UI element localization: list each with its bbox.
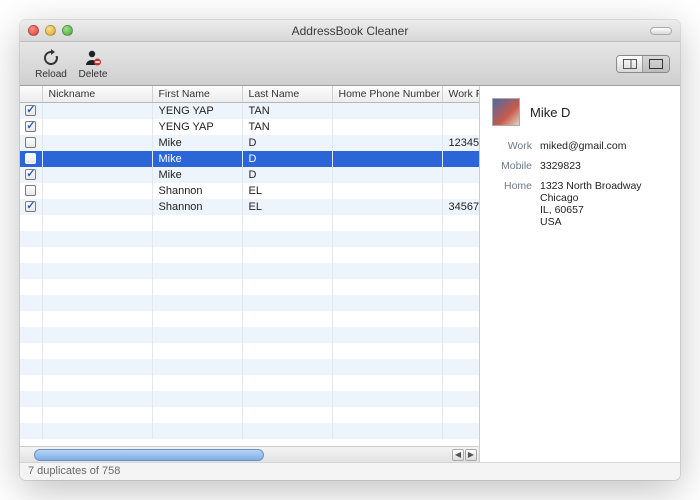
col-firstname[interactable]: First Name: [152, 86, 242, 103]
detail-field: Workmiked@gmail.com: [492, 140, 668, 152]
table-row[interactable]: [20, 279, 479, 295]
zoom-icon[interactable]: [62, 25, 73, 36]
table-pane: Nickname First Name Last Name Home Phone…: [20, 86, 480, 462]
detail-header: Mike D: [492, 98, 668, 126]
row-checkbox[interactable]: [25, 121, 36, 132]
toolbar: Reload Delete: [20, 42, 680, 86]
table-row[interactable]: [20, 263, 479, 279]
toolbar-pill-icon[interactable]: [650, 27, 672, 35]
detail-field-value: miked@gmail.com: [540, 140, 668, 152]
detail-field: Home1323 North Broadway Chicago IL, 6065…: [492, 180, 668, 228]
app-window: AddressBook Cleaner Reload Delete: [20, 20, 680, 480]
table-row[interactable]: [20, 327, 479, 343]
col-workphone[interactable]: Work Ph: [442, 86, 479, 103]
table-row[interactable]: [20, 311, 479, 327]
table-row[interactable]: [20, 359, 479, 375]
detail-pane: Mike D Workmiked@gmail.comMobile3329823H…: [480, 86, 680, 462]
table-row[interactable]: [20, 215, 479, 231]
window-title: AddressBook Cleaner: [20, 24, 680, 38]
table-row[interactable]: [20, 247, 479, 263]
row-checkbox[interactable]: [25, 201, 36, 212]
reload-icon: [40, 47, 62, 69]
table-row[interactable]: [20, 423, 479, 439]
row-checkbox[interactable]: [25, 105, 36, 116]
table-row[interactable]: [20, 375, 479, 391]
scrollbar-thumb[interactable]: [34, 449, 264, 461]
table-row[interactable]: [20, 343, 479, 359]
traffic-lights: [20, 25, 73, 36]
detail-field-value: 3329823: [540, 160, 668, 172]
row-checkbox[interactable]: [25, 169, 36, 180]
contacts-table: Nickname First Name Last Name Home Phone…: [20, 86, 479, 439]
view-mode-split-icon[interactable]: [617, 56, 643, 72]
table-row[interactable]: MikeD: [20, 167, 479, 183]
view-mode-segmented[interactable]: [616, 55, 670, 73]
table-row[interactable]: YENG YAPTAN: [20, 103, 479, 119]
table-row[interactable]: [20, 407, 479, 423]
col-nickname[interactable]: Nickname: [42, 86, 152, 103]
avatar: [492, 98, 520, 126]
detail-field-label: Work: [492, 140, 540, 152]
table-row[interactable]: [20, 295, 479, 311]
detail-field-value: 1323 North Broadway Chicago IL, 60657 US…: [540, 180, 668, 228]
delete-button[interactable]: Delete: [72, 47, 114, 80]
detail-field: Mobile3329823: [492, 160, 668, 172]
scroll-left-icon[interactable]: ◀: [452, 449, 464, 461]
table-row[interactable]: ShannonEL: [20, 183, 479, 199]
table-row[interactable]: MikeD12345: [20, 135, 479, 151]
table-row[interactable]: MikeD: [20, 151, 479, 167]
reload-button[interactable]: Reload: [30, 47, 72, 80]
table-row[interactable]: YENG YAPTAN: [20, 119, 479, 135]
contacts-table-wrap[interactable]: Nickname First Name Last Name Home Phone…: [20, 86, 479, 446]
row-checkbox[interactable]: [25, 137, 36, 148]
delete-user-icon: [82, 47, 104, 69]
titlebar[interactable]: AddressBook Cleaner: [20, 20, 680, 42]
table-row[interactable]: ShannonEL34567: [20, 199, 479, 215]
table-row[interactable]: [20, 231, 479, 247]
table-header-row: Nickname First Name Last Name Home Phone…: [20, 86, 479, 103]
scroll-right-icon[interactable]: ▶: [465, 449, 477, 461]
minimize-icon[interactable]: [45, 25, 56, 36]
detail-contact-name: Mike D: [530, 105, 570, 120]
horizontal-scrollbar[interactable]: ◀ ▶: [20, 446, 479, 462]
table-row[interactable]: [20, 391, 479, 407]
col-homephone[interactable]: Home Phone Number: [332, 86, 442, 103]
status-bar: 7 duplicates of 758: [20, 462, 680, 480]
col-lastname[interactable]: Last Name: [242, 86, 332, 103]
detail-field-label: Mobile: [492, 160, 540, 172]
row-checkbox[interactable]: [25, 185, 36, 196]
view-mode-single-icon[interactable]: [643, 56, 669, 72]
content-body: Nickname First Name Last Name Home Phone…: [20, 86, 680, 462]
detail-field-label: Home: [492, 180, 540, 228]
delete-label: Delete: [79, 69, 108, 80]
reload-label: Reload: [35, 69, 67, 80]
close-icon[interactable]: [28, 25, 39, 36]
col-check[interactable]: [20, 86, 42, 103]
row-checkbox[interactable]: [25, 153, 36, 164]
